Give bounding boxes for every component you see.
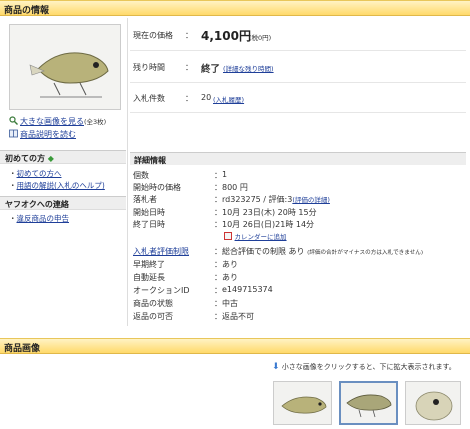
bids-value: 20 bbox=[201, 93, 212, 102]
bids-label: 入札件数 bbox=[133, 94, 165, 103]
beginner-leaf-icon: ◆ bbox=[45, 154, 54, 163]
section-title: 商品の情報 bbox=[4, 6, 50, 16]
image-hint-row: ⬇ 小さな画像をクリックすると、下に拡大表示されます。 bbox=[272, 362, 456, 372]
image-count: (全3枚) bbox=[84, 118, 107, 126]
rating-detail-link[interactable]: (評価の詳細) bbox=[292, 196, 330, 204]
beginner-title: 初めての方 ◆ bbox=[5, 154, 54, 163]
detail-value: 1 bbox=[222, 170, 228, 179]
beginner-item-2[interactable]: ・用語の解説(入札のヘルプ) bbox=[9, 180, 105, 191]
contact-item-1[interactable]: ・違反商品の申告 bbox=[9, 213, 69, 224]
down-arrow-icon: ⬇ bbox=[272, 362, 280, 372]
detail-value: あり bbox=[222, 260, 238, 269]
book-icon bbox=[9, 129, 18, 138]
bid-history-link[interactable]: (入札履歴) bbox=[213, 94, 244, 104]
calendar-link[interactable]: カレンダーに追加 bbox=[235, 233, 287, 241]
detail-value: 800 円 bbox=[222, 183, 248, 192]
rating-limit-row: 総合評価での制限 あり (評価の合計がマイナスの方は入札できません) bbox=[222, 246, 423, 257]
beginner-item-1[interactable]: ・初めての方へ bbox=[9, 168, 62, 179]
price-tax: (税0円) bbox=[249, 34, 272, 42]
lure-thumbnail-image bbox=[346, 394, 392, 418]
detail-label: 返品の可否 bbox=[133, 312, 173, 321]
price-label: 現在の価格 bbox=[133, 31, 173, 40]
divider bbox=[130, 112, 466, 113]
fishing-lure-image bbox=[10, 25, 120, 109]
detail-label: 開始日時 bbox=[133, 208, 165, 217]
section-title: 商品画像 bbox=[4, 344, 41, 354]
thumbnail-3[interactable] bbox=[405, 381, 461, 425]
winner-value: rd323275 / 評価:3 bbox=[222, 195, 293, 204]
description-link[interactable]: 商品説明を読む bbox=[20, 130, 76, 139]
remaining-value: 終了 bbox=[201, 64, 221, 75]
details-title: 詳細情報 bbox=[134, 156, 166, 165]
enlarge-image-link-row[interactable]: 大きな画像を見る(全3枚) bbox=[9, 116, 106, 127]
auction-id-value: e149715374 bbox=[222, 285, 273, 294]
detail-label: 早期終了 bbox=[133, 260, 165, 269]
remaining-label: 残り時間 bbox=[133, 63, 165, 72]
column-divider bbox=[127, 18, 128, 326]
section-header-item-images: 商品画像 bbox=[0, 338, 470, 354]
detail-label: 個数 bbox=[133, 171, 149, 180]
thumbnail-2-selected[interactable] bbox=[339, 381, 398, 425]
price-value: 4,100円 bbox=[201, 29, 251, 43]
rating-limit-note: (評価の合計がマイナスの方は入札できません) bbox=[307, 250, 424, 256]
thumbnail-1[interactable] bbox=[273, 381, 332, 425]
detail-value: あり bbox=[222, 273, 238, 282]
detail-label: オークションID bbox=[133, 286, 190, 295]
divider bbox=[130, 82, 466, 83]
details-header: 詳細情報 bbox=[130, 152, 466, 165]
section-header-item-info: 商品の情報 bbox=[0, 0, 470, 16]
detail-value: 10月 26日(日)21時 14分 bbox=[222, 220, 315, 229]
detail-value: 10月 23日(木) 20時 15分 bbox=[222, 208, 317, 217]
detail-value: 返品不可 bbox=[222, 312, 254, 321]
image-hint-text: 小さな画像をクリックすると、下に拡大表示されます。 bbox=[281, 363, 456, 371]
detail-label: 落札者 bbox=[133, 195, 157, 204]
detail-label: 終了日時 bbox=[133, 220, 165, 229]
rating-limit-value: 総合評価での制限 あり bbox=[222, 247, 305, 256]
lure-thumbnail-image bbox=[415, 391, 453, 421]
calendar-icon bbox=[224, 232, 232, 240]
lure-thumbnail-image bbox=[281, 396, 327, 414]
magnifier-icon bbox=[9, 116, 18, 125]
detail-value: 中古 bbox=[222, 299, 238, 308]
divider bbox=[130, 50, 466, 51]
beginner-box-header: 初めての方 ◆ bbox=[0, 150, 126, 164]
contact-title: ヤフオクへの連絡 bbox=[5, 200, 69, 209]
remaining-detail-link[interactable]: (詳細な残り時間) bbox=[223, 63, 274, 73]
product-photo[interactable] bbox=[9, 24, 121, 110]
detail-label: 商品の状態 bbox=[133, 299, 173, 308]
contact-box-header: ヤフオクへの連絡 bbox=[0, 196, 126, 210]
description-link-row[interactable]: 商品説明を読む bbox=[9, 129, 76, 140]
calendar-link-row[interactable]: カレンダーに追加 bbox=[224, 231, 287, 241]
detail-label: 開始時の価格 bbox=[133, 183, 181, 192]
detail-label: 自動延長 bbox=[133, 273, 165, 282]
enlarge-image-link[interactable]: 大きな画像を見る bbox=[20, 117, 84, 126]
bidder-rating-limit-link[interactable]: 入札者評価制限 bbox=[133, 246, 189, 257]
winner-row: rd323275 / 評価:3(評価の詳細) bbox=[222, 194, 330, 205]
